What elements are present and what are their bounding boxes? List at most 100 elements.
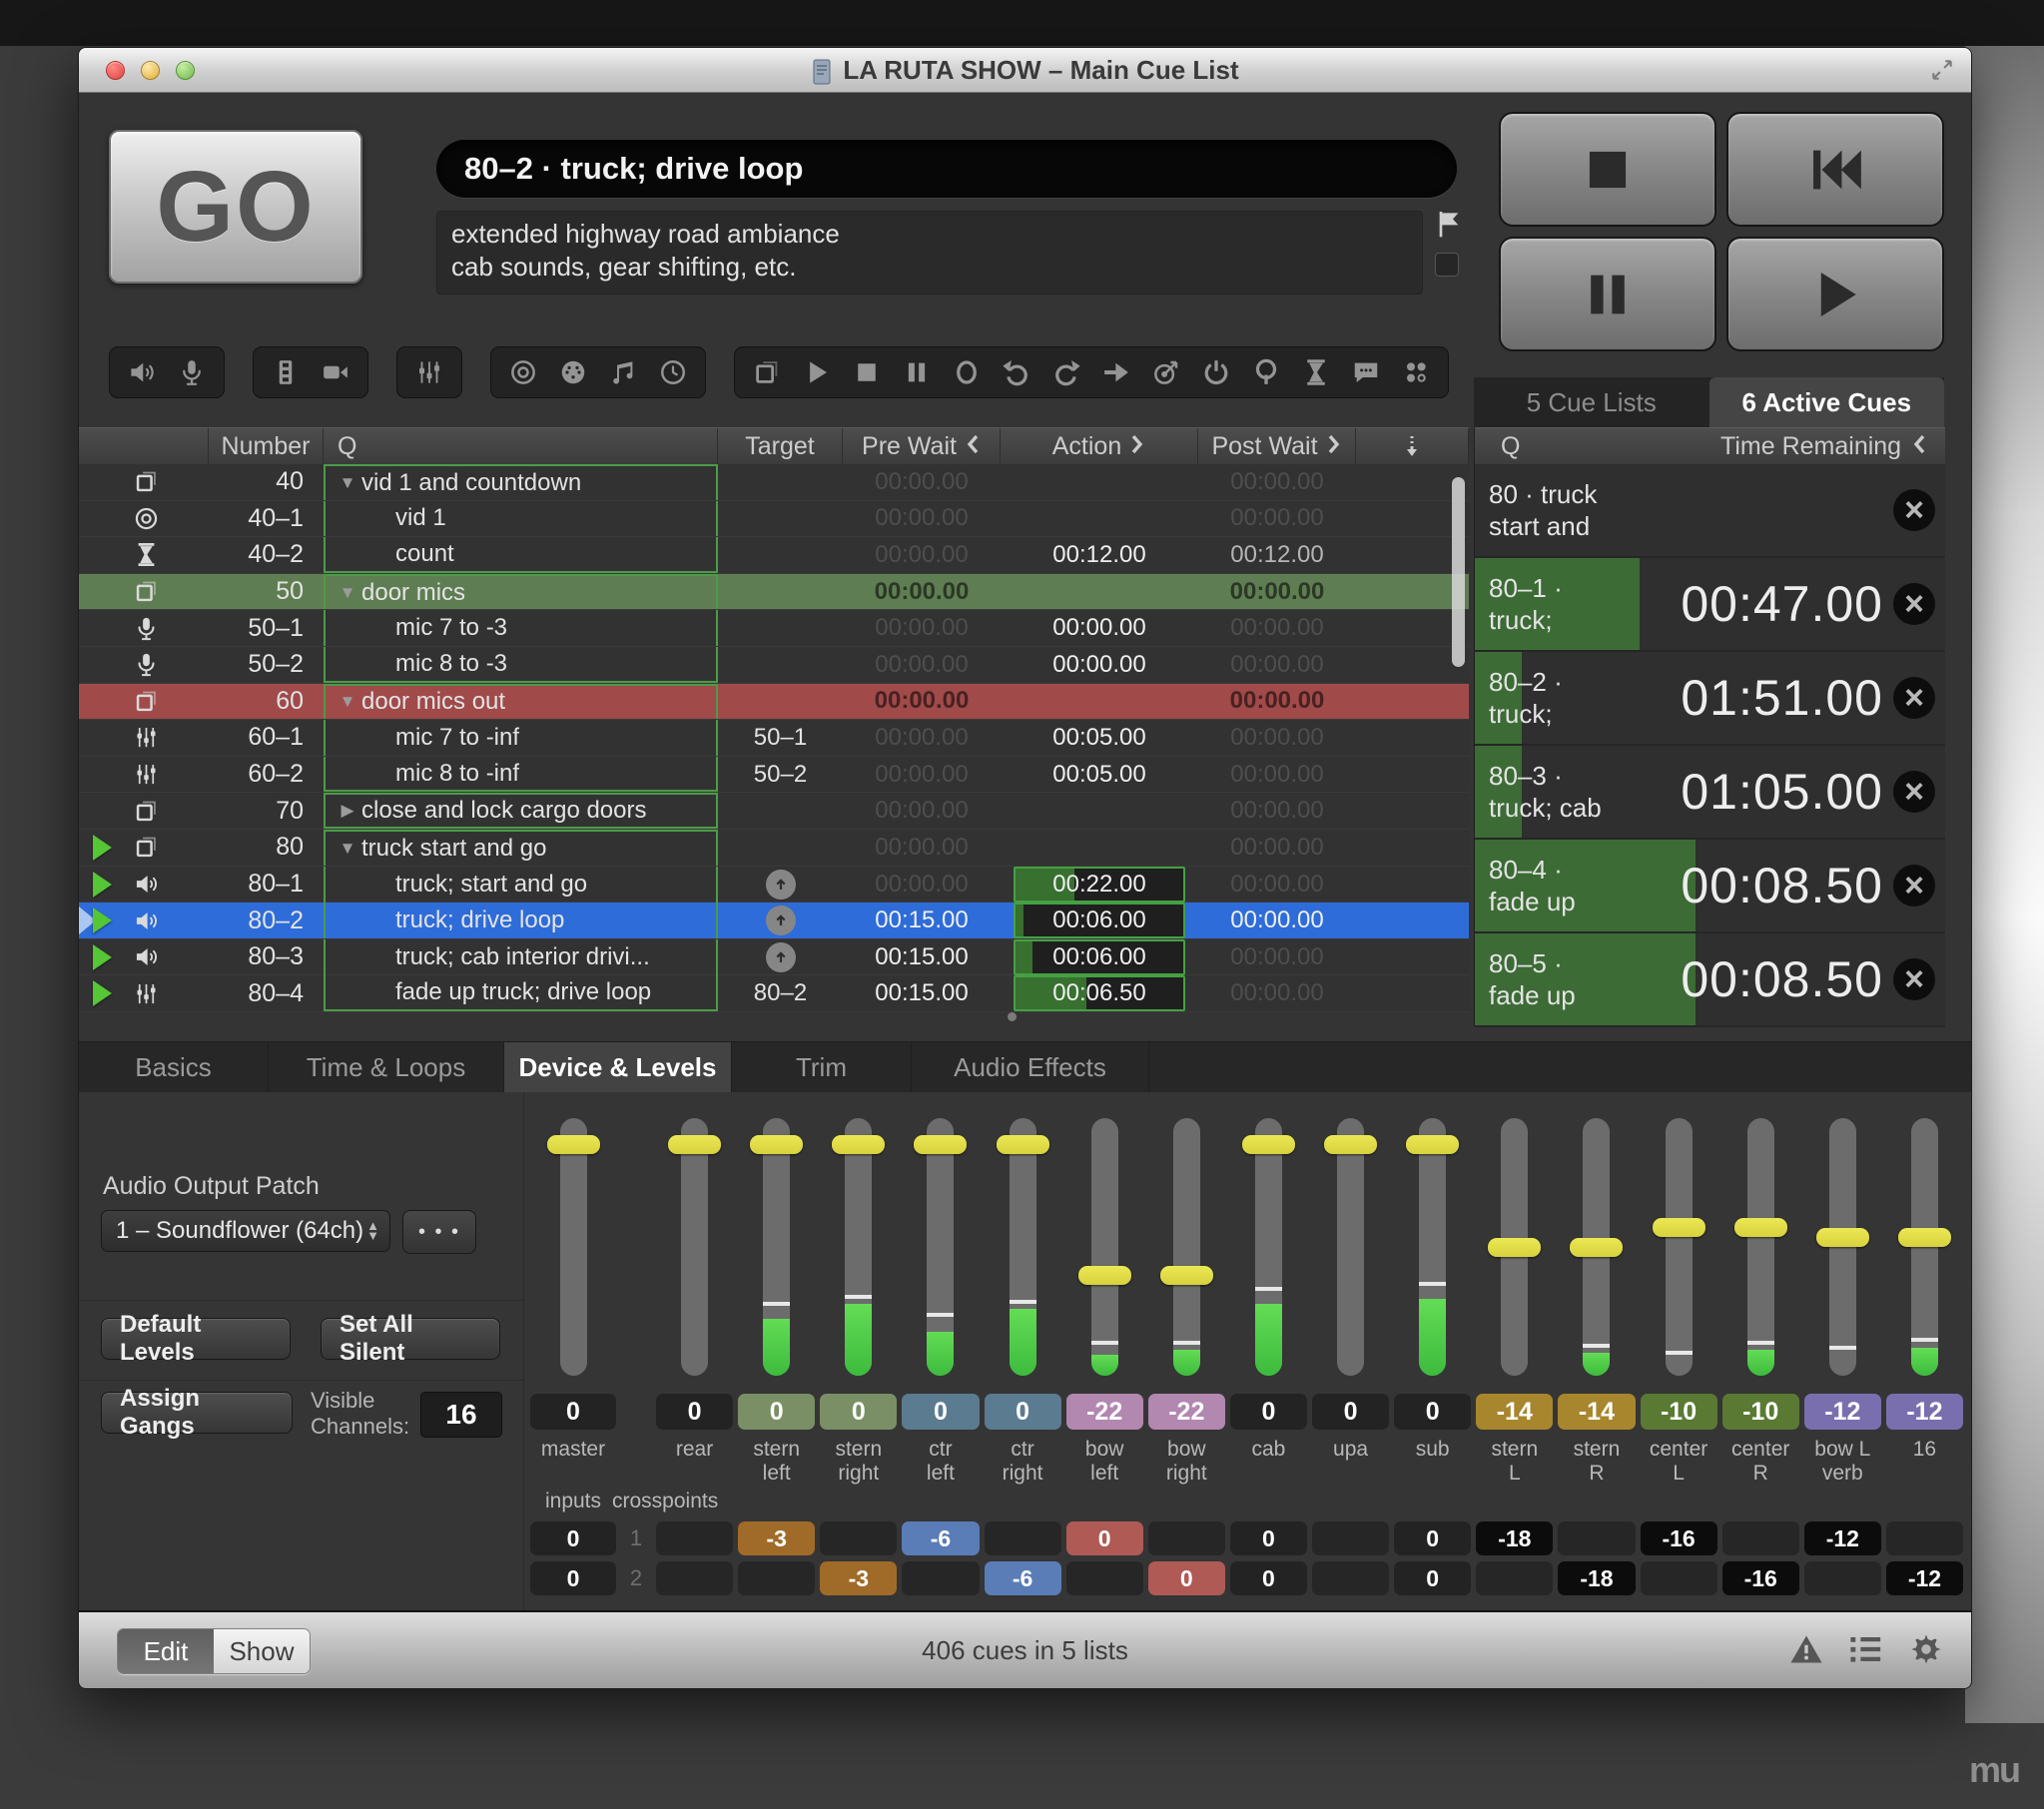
tab-basics[interactable]: Basics bbox=[79, 1042, 269, 1093]
crosspoint-cell[interactable]: 0 bbox=[1394, 1561, 1471, 1595]
fader-handle[interactable] bbox=[1734, 1218, 1787, 1237]
toolbar-midi-button[interactable] bbox=[551, 352, 595, 392]
stop-active-cue-button[interactable]: × bbox=[1883, 958, 1945, 1000]
cue-row[interactable]: 50–1mic 7 to -300:00.0000:00.0000:00.00 bbox=[79, 610, 1469, 647]
fader-value[interactable]: 0 bbox=[1230, 1394, 1307, 1430]
fader-track[interactable] bbox=[1911, 1118, 1938, 1376]
cue-row[interactable]: 60–1mic 7 to -inf50–100:00.0000:05.0000:… bbox=[79, 720, 1469, 757]
fader-track[interactable] bbox=[1747, 1118, 1774, 1376]
disclosure-triangle[interactable]: ▼ bbox=[334, 839, 361, 859]
fader-handle[interactable] bbox=[1242, 1135, 1295, 1154]
toolbar-wait-button[interactable] bbox=[1294, 352, 1338, 392]
cue-name-cell[interactable]: ▼door mics bbox=[324, 574, 718, 610]
col-number[interactable]: Number bbox=[209, 428, 324, 464]
crosspoint-cell[interactable]: -3 bbox=[738, 1521, 815, 1555]
fader-track[interactable] bbox=[1419, 1118, 1446, 1376]
transport-rewind-button[interactable] bbox=[1726, 112, 1944, 227]
crosspoint-cell[interactable]: -3 bbox=[820, 1561, 897, 1595]
fader-value[interactable]: -10 bbox=[1641, 1394, 1717, 1430]
crosspoint-cell[interactable]: -18 bbox=[1476, 1521, 1553, 1555]
disclosure-triangle[interactable]: ▼ bbox=[334, 583, 361, 603]
fader-handle[interactable] bbox=[1160, 1266, 1213, 1285]
fader-handle[interactable] bbox=[1816, 1228, 1869, 1247]
cue-row[interactable]: 40–2count00:00.0000:12.0000:12.00 bbox=[79, 537, 1469, 574]
toolbar-play-button[interactable] bbox=[795, 352, 839, 392]
fader-track[interactable] bbox=[1337, 1118, 1364, 1376]
fader-value[interactable]: -22 bbox=[1148, 1394, 1225, 1430]
flag-icon[interactable] bbox=[1433, 208, 1465, 245]
cue-name-cell[interactable]: ▼door mics out bbox=[324, 684, 718, 720]
stop-active-cue-button[interactable]: × bbox=[1883, 489, 1945, 531]
fader-track[interactable] bbox=[1501, 1118, 1528, 1376]
toolbar-camera-button[interactable] bbox=[314, 352, 357, 392]
stop-active-cue-button[interactable]: × bbox=[1883, 865, 1945, 906]
disclosure-triangle[interactable]: ▼ bbox=[334, 692, 361, 712]
visible-channels-value[interactable]: 16 bbox=[420, 1392, 502, 1438]
fader-handle[interactable] bbox=[1324, 1135, 1377, 1154]
vertical-scrollbar[interactable] bbox=[1452, 477, 1465, 667]
crosspoint-cell[interactable]: -12 bbox=[1804, 1521, 1881, 1555]
fader-value[interactable]: 0 bbox=[1312, 1394, 1389, 1430]
cue-name-cell[interactable]: mic 7 to -3 bbox=[324, 610, 718, 646]
crosspoint-cell[interactable]: -18 bbox=[1558, 1561, 1635, 1595]
default-levels-button[interactable]: Default Levels bbox=[101, 1318, 291, 1360]
fader-track[interactable] bbox=[1010, 1118, 1036, 1376]
crosspoint-cell[interactable]: 0 bbox=[530, 1521, 616, 1555]
transport-pause-button[interactable] bbox=[1499, 237, 1716, 351]
fader-value[interactable]: -22 bbox=[1066, 1394, 1143, 1430]
crosspoint-cell[interactable] bbox=[1886, 1521, 1963, 1555]
disclosure-triangle[interactable]: ▶ bbox=[334, 801, 361, 821]
toolbar-record-button[interactable] bbox=[501, 352, 545, 392]
crosspoint-cell[interactable] bbox=[1641, 1561, 1717, 1595]
resize-icon[interactable] bbox=[1929, 57, 1955, 88]
flag-checkbox[interactable] bbox=[1435, 253, 1459, 277]
crosspoint-cell[interactable]: 0 bbox=[1148, 1561, 1225, 1595]
transport-stop-button[interactable] bbox=[1499, 112, 1716, 227]
crosspoint-cell[interactable] bbox=[985, 1521, 1061, 1555]
cue-name-cell[interactable]: vid 1 bbox=[324, 501, 718, 537]
cue-name-cell[interactable]: truck; drive loop bbox=[324, 903, 718, 938]
crosspoint-cell[interactable]: -6 bbox=[902, 1521, 979, 1555]
stop-active-cue-button[interactable]: × bbox=[1883, 583, 1945, 625]
cue-row[interactable]: 80–3truck; cab interior drivi...00:15.00… bbox=[79, 939, 1469, 976]
toolbar-pause-button[interactable] bbox=[895, 352, 939, 392]
fader-track[interactable] bbox=[1173, 1118, 1200, 1376]
fader-track[interactable] bbox=[560, 1118, 587, 1376]
crosspoint-cell[interactable] bbox=[1148, 1521, 1225, 1555]
warnings-icon[interactable] bbox=[1789, 1632, 1823, 1671]
transport-play-button[interactable] bbox=[1726, 237, 1944, 351]
crosspoint-cell[interactable]: -16 bbox=[1722, 1561, 1799, 1595]
cue-row[interactable]: 50–2mic 8 to -300:00.0000:00.0000:00.00 bbox=[79, 647, 1469, 684]
audio-patch-dropdown[interactable]: 1 – Soundflower (64ch) ▲▼ bbox=[101, 1210, 390, 1252]
toolbar-undo-button[interactable] bbox=[995, 352, 1038, 392]
patch-more-button[interactable]: • • • bbox=[402, 1210, 476, 1254]
fader-track[interactable] bbox=[1091, 1118, 1118, 1376]
fader-value[interactable]: 0 bbox=[738, 1394, 815, 1430]
cue-row[interactable]: 50▼door mics00:00.0000:00.00 bbox=[79, 574, 1469, 611]
assign-gangs-button[interactable]: Assign Gangs bbox=[101, 1392, 293, 1434]
cue-name-cell[interactable]: ▶close and lock cargo doors bbox=[324, 793, 718, 829]
fader-value[interactable]: 0 bbox=[1394, 1394, 1471, 1430]
active-cue-row[interactable]: 80–3 ·truck; cab01:05.00× bbox=[1475, 746, 1945, 840]
fader-handle[interactable] bbox=[1570, 1238, 1623, 1257]
crosspoint-cell[interactable] bbox=[902, 1561, 979, 1595]
list-view-icon[interactable] bbox=[1849, 1632, 1883, 1671]
fader-value[interactable]: -10 bbox=[1722, 1394, 1799, 1430]
fader-value[interactable]: -12 bbox=[1886, 1394, 1963, 1430]
fader-value[interactable]: 0 bbox=[902, 1394, 979, 1430]
cue-name-cell[interactable]: ▼truck start and go bbox=[324, 830, 718, 866]
active-cue-row[interactable]: 80–5 ·fade up00:08.50× bbox=[1475, 933, 1945, 1027]
fader-track[interactable] bbox=[845, 1118, 872, 1376]
disclosure-triangle[interactable]: ▼ bbox=[334, 473, 361, 493]
active-col-q[interactable]: Q bbox=[1475, 432, 1720, 461]
cue-row[interactable]: 40▼vid 1 and countdown00:00.0000:00.00 bbox=[79, 464, 1469, 501]
cue-row[interactable]: 80▼truck start and go00:00.0000:00.00 bbox=[79, 830, 1469, 867]
active-cue-row[interactable]: 80–4 ·fade up00:08.50× bbox=[1475, 840, 1945, 933]
toolbar-group-button[interactable] bbox=[745, 352, 789, 392]
stop-active-cue-button[interactable]: × bbox=[1883, 771, 1945, 813]
crosspoint-cell[interactable] bbox=[1476, 1561, 1553, 1595]
crosspoint-cell[interactable]: 0 bbox=[530, 1561, 616, 1595]
fader-handle[interactable] bbox=[668, 1135, 721, 1154]
tab-trim[interactable]: Trim bbox=[732, 1042, 912, 1093]
cue-row[interactable]: 60▼door mics out00:00.0000:00.00 bbox=[79, 684, 1469, 721]
